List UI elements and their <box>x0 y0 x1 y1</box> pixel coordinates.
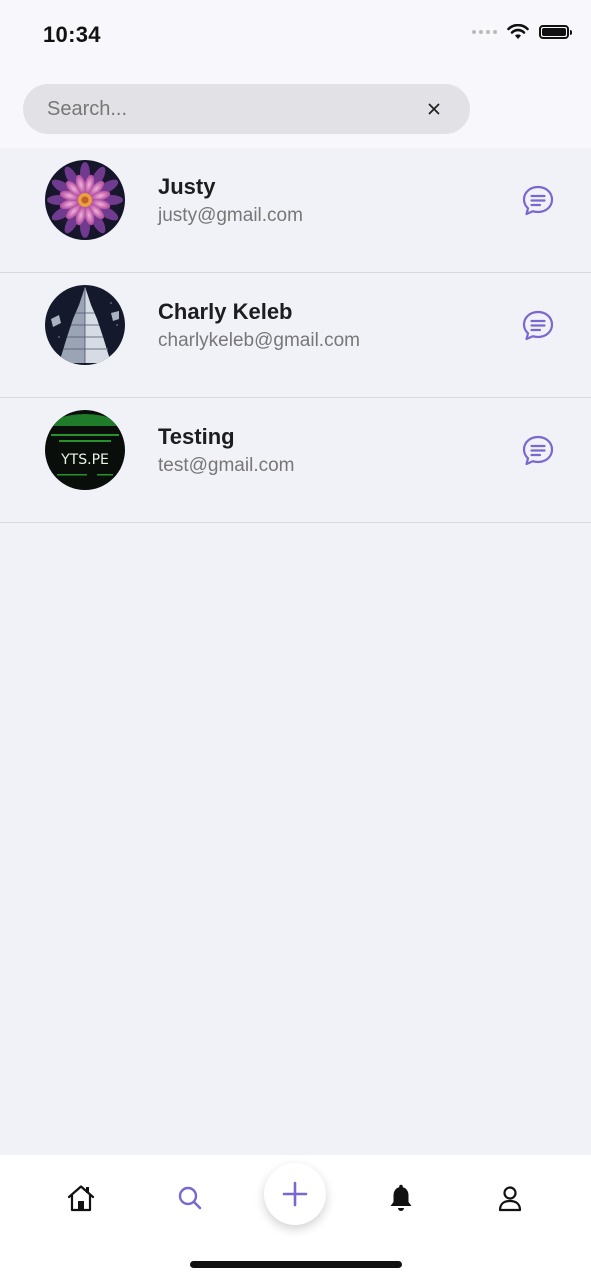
contact-list: Justy justy@gmail.com Charly Keleb charl… <box>0 148 591 523</box>
signal-icon <box>472 30 497 34</box>
avatar: YTS.PE <box>45 410 125 490</box>
home-indicator <box>190 1261 402 1268</box>
search-input[interactable] <box>45 96 426 122</box>
search-icon[interactable] <box>175 1183 205 1213</box>
battery-icon <box>539 25 572 39</box>
yts-logo-icon: YTS.PE <box>45 410 125 490</box>
list-item[interactable]: Charly Keleb charlykeleb@gmail.com <box>0 273 591 398</box>
status-icons <box>472 24 572 40</box>
bottom-nav <box>0 1155 591 1280</box>
wifi-icon <box>507 24 529 39</box>
flower-photo-icon <box>45 160 125 240</box>
contact-email: charlykeleb@gmail.com <box>158 330 360 351</box>
contact-name: Justy <box>158 174 216 199</box>
avatar <box>45 160 125 240</box>
search-bar-container <box>0 70 591 148</box>
avatar <box>45 285 125 365</box>
profile-icon[interactable] <box>495 1183 525 1213</box>
contact-email: test@gmail.com <box>158 455 295 476</box>
add-icon <box>282 1181 308 1207</box>
chat-icon[interactable] <box>521 434 555 468</box>
status-bar: 10:34 <box>0 0 591 70</box>
list-item[interactable]: YTS.PE Testing test@gmail.com <box>0 398 591 523</box>
avatar-text: YTS.PE <box>60 452 109 468</box>
home-icon[interactable] <box>66 1183 96 1213</box>
contact-email: justy@gmail.com <box>158 205 303 226</box>
status-time: 10:34 <box>43 22 101 47</box>
add-button[interactable] <box>264 1163 326 1225</box>
chat-icon[interactable] <box>521 309 555 343</box>
chat-icon[interactable] <box>521 184 555 218</box>
tower-photo-icon <box>45 285 125 365</box>
clear-search-icon[interactable] <box>426 101 442 117</box>
bell-icon[interactable] <box>386 1183 416 1213</box>
contact-name: Testing <box>158 424 235 449</box>
contact-name: Charly Keleb <box>158 299 293 324</box>
search-box <box>23 84 470 134</box>
list-item[interactable]: Justy justy@gmail.com <box>0 148 591 273</box>
